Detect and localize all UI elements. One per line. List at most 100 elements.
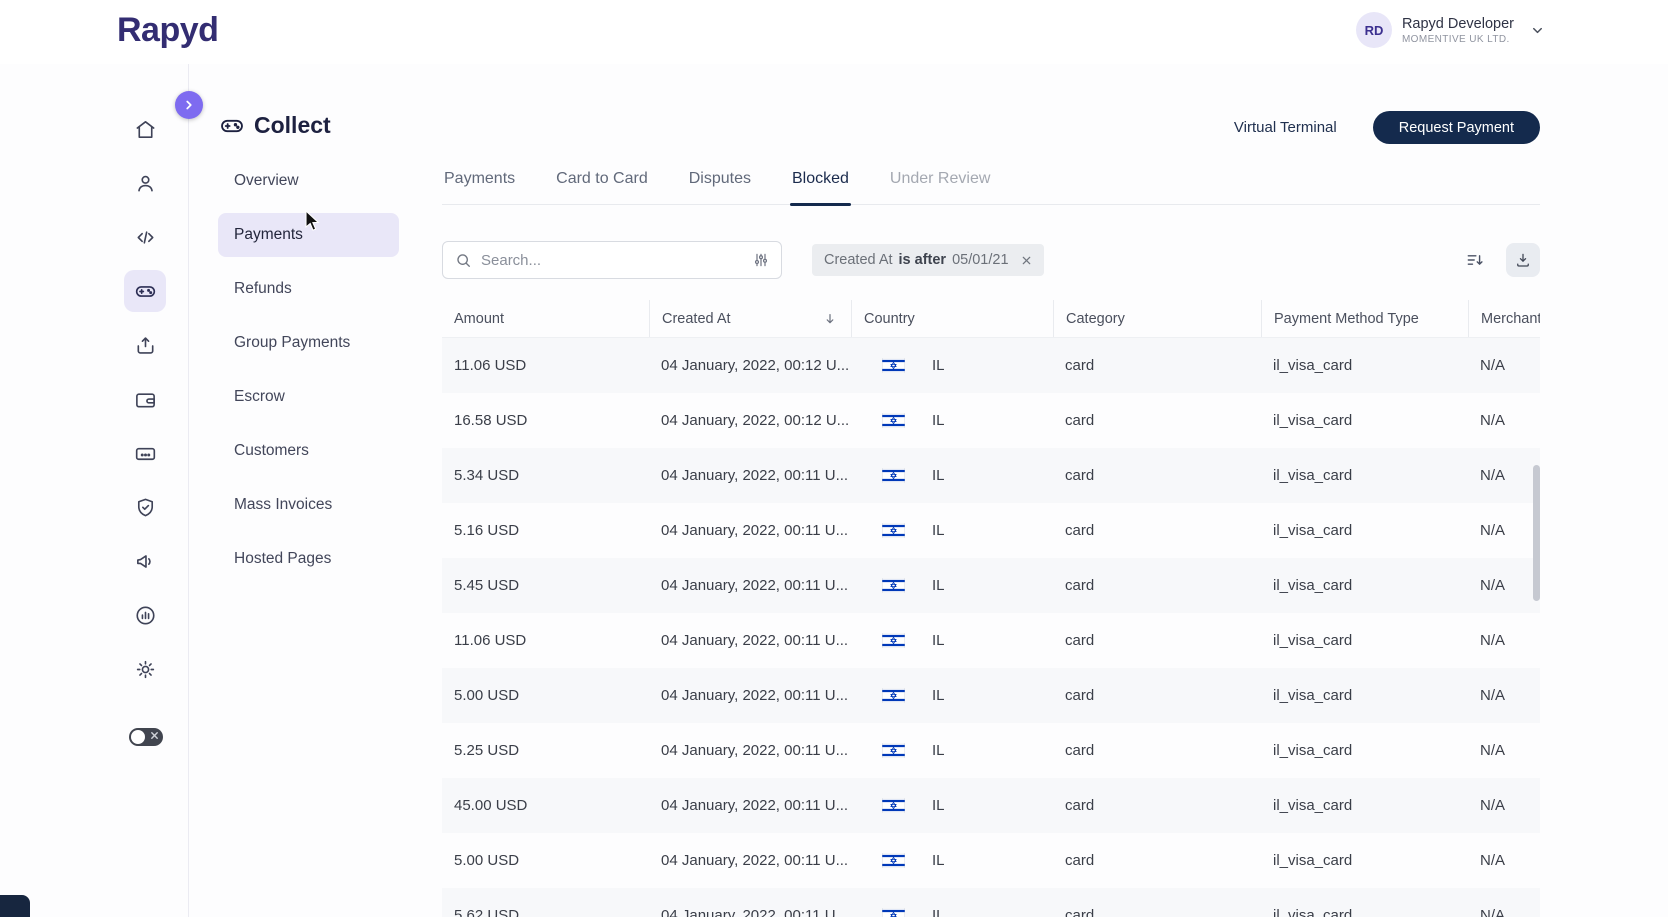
sidebar-title-text: Collect — [254, 112, 331, 138]
col-created-at[interactable]: Created At — [649, 300, 851, 337]
created-at-cell: 04 January, 2022, 00:12 U... — [661, 357, 850, 374]
amount-cell: 11.06 USD — [454, 632, 527, 649]
col-merchant[interactable]: Merchant — [1468, 300, 1540, 337]
analytics-icon — [134, 604, 157, 627]
payment-method-cell: il_visa_card — [1273, 467, 1353, 484]
category-cell: card — [1065, 577, 1095, 594]
payment-method-cell: il_visa_card — [1273, 687, 1353, 704]
filter-chip[interactable]: Created At is after 05/01/21 — [812, 244, 1044, 276]
table-row[interactable]: 5.00 USD 04 January, 2022, 00:11 U... IL… — [442, 668, 1540, 723]
category-cell: card — [1065, 467, 1095, 484]
rail-item-customers[interactable] — [124, 162, 166, 204]
rail-item-wallet[interactable] — [124, 378, 166, 420]
request-payment-button[interactable]: Request Payment — [1372, 111, 1540, 144]
collect-sidebar: Collect Overview Payments Refunds Group … — [189, 64, 424, 917]
help-widget[interactable] — [0, 895, 30, 917]
sidebar-item-customers[interactable]: Customers — [218, 429, 399, 473]
col-category[interactable]: Category — [1053, 300, 1261, 337]
payment-method-cell: il_visa_card — [1273, 577, 1353, 594]
sidebar-item-label: Escrow — [234, 388, 285, 405]
table-row[interactable]: 11.06 USD 04 January, 2022, 00:11 U... I… — [442, 613, 1540, 668]
rail-item-analytics[interactable] — [124, 594, 166, 636]
tab-label: Blocked — [791, 170, 849, 187]
sandbox-toggle[interactable] — [129, 728, 163, 746]
merchant-cell: N/A — [1480, 907, 1506, 917]
rail-item-developers[interactable] — [124, 216, 166, 258]
rail-item-collect[interactable] — [124, 270, 166, 312]
category-cell: card — [1065, 907, 1095, 917]
filter-sliders-icon[interactable] — [753, 252, 769, 268]
rail-item-settings[interactable] — [124, 648, 166, 690]
table-row[interactable]: 11.06 USD 04 January, 2022, 00:12 U... I… — [442, 338, 1540, 393]
table-body: 11.06 USD 04 January, 2022, 00:12 U... I… — [442, 338, 1540, 917]
search-input[interactable] — [481, 251, 744, 269]
israel-flag-icon — [882, 413, 905, 428]
col-amount[interactable]: Amount — [442, 300, 649, 337]
sidebar-item-payments[interactable]: Payments — [218, 213, 399, 257]
avatar: RD — [1355, 12, 1392, 48]
rail-item-disburse[interactable] — [124, 324, 166, 366]
created-at-cell: 04 January, 2022, 00:11 U... — [661, 907, 849, 917]
tab-under-review[interactable]: Under Review — [888, 170, 992, 204]
sidebar-item-label: Payments — [234, 226, 303, 243]
chip-operator: is after — [898, 252, 947, 268]
customers-icon — [134, 172, 157, 195]
category-cell: card — [1065, 852, 1095, 869]
col-payment-method-type[interactable]: Payment Method Type — [1261, 300, 1468, 337]
payment-method-cell: il_visa_card — [1273, 742, 1353, 759]
rail-item-verify[interactable] — [124, 486, 166, 528]
disburse-icon — [134, 334, 157, 357]
rail-item-card[interactable] — [124, 432, 166, 474]
tab-card-to-card[interactable]: Card to Card — [554, 170, 650, 204]
sidebar-item-escrow[interactable]: Escrow — [218, 375, 399, 419]
country-code: IL — [932, 907, 945, 917]
table-scrollbar[interactable] — [1533, 465, 1540, 601]
amount-cell: 5.45 USD — [454, 577, 520, 594]
tab-disputes[interactable]: Disputes — [687, 170, 753, 204]
sidebar-item-mass-invoices[interactable]: Mass Invoices — [218, 483, 399, 527]
table-row[interactable]: 5.25 USD 04 January, 2022, 00:11 U... IL… — [442, 723, 1540, 778]
country-code: IL — [932, 797, 945, 814]
country-cell: IL — [851, 668, 1053, 723]
user-menu[interactable]: RD Rapyd Developer MOMENTIVE UK LTD. — [1355, 12, 1545, 48]
col-country[interactable]: Country — [851, 300, 1053, 337]
merchant-cell: N/A — [1480, 852, 1506, 869]
tab-blocked[interactable]: Blocked — [789, 170, 851, 206]
table-row[interactable]: 5.34 USD 04 January, 2022, 00:11 U... IL… — [442, 448, 1540, 503]
collect-icon — [219, 113, 245, 139]
chevron-down-icon[interactable] — [1530, 23, 1545, 38]
table-row[interactable]: 5.16 USD 04 January, 2022, 00:11 U... IL… — [442, 503, 1540, 558]
sidebar-item-group-payments[interactable]: Group Payments — [218, 321, 399, 365]
table-row[interactable]: 5.62 USD 04 January, 2022, 00:11 U... IL… — [442, 888, 1540, 917]
virtual-terminal-link[interactable]: Virtual Terminal — [1234, 119, 1337, 136]
search-box — [442, 241, 782, 279]
tab-label: Payments — [444, 170, 516, 187]
country-code: IL — [932, 357, 945, 374]
rail-item-announcement[interactable] — [124, 540, 166, 582]
sidebar-item-overview[interactable]: Overview — [218, 159, 399, 203]
expand-sidebar-button[interactable] — [175, 91, 203, 119]
toggle-x-icon — [150, 731, 159, 740]
sort-button[interactable] — [1458, 243, 1492, 277]
created-at-cell: 04 January, 2022, 00:11 U... — [661, 742, 849, 759]
table-row[interactable]: 45.00 USD 04 January, 2022, 00:11 U... I… — [442, 778, 1540, 833]
download-button[interactable] — [1506, 243, 1540, 277]
amount-cell: 5.34 USD — [454, 467, 520, 484]
sidebar-item-refunds[interactable]: Refunds — [218, 267, 399, 311]
table-row[interactable]: 5.45 USD 04 January, 2022, 00:11 U... IL… — [442, 558, 1540, 613]
icon-rail — [0, 64, 189, 917]
tab-label: Card to Card — [556, 170, 648, 187]
tab-payments[interactable]: Payments — [442, 170, 517, 204]
sidebar-item-hosted-pages[interactable]: Hosted Pages — [218, 537, 399, 581]
table-row[interactable]: 16.58 USD 04 January, 2022, 00:12 U... I… — [442, 393, 1540, 448]
rail-item-home[interactable] — [124, 108, 166, 150]
download-icon — [1514, 251, 1532, 269]
amount-cell: 45.00 USD — [454, 797, 528, 814]
created-at-cell: 04 January, 2022, 00:12 U... — [661, 412, 850, 429]
israel-flag-icon — [882, 468, 905, 483]
payment-method-cell: il_visa_card — [1273, 632, 1353, 649]
table-row[interactable]: 5.00 USD 04 January, 2022, 00:11 U... IL… — [442, 833, 1540, 888]
table-header: Amount Created At Country Category Payme… — [442, 300, 1540, 338]
user-name: Rapyd Developer — [1401, 15, 1514, 32]
chip-close-icon[interactable] — [1021, 255, 1032, 266]
